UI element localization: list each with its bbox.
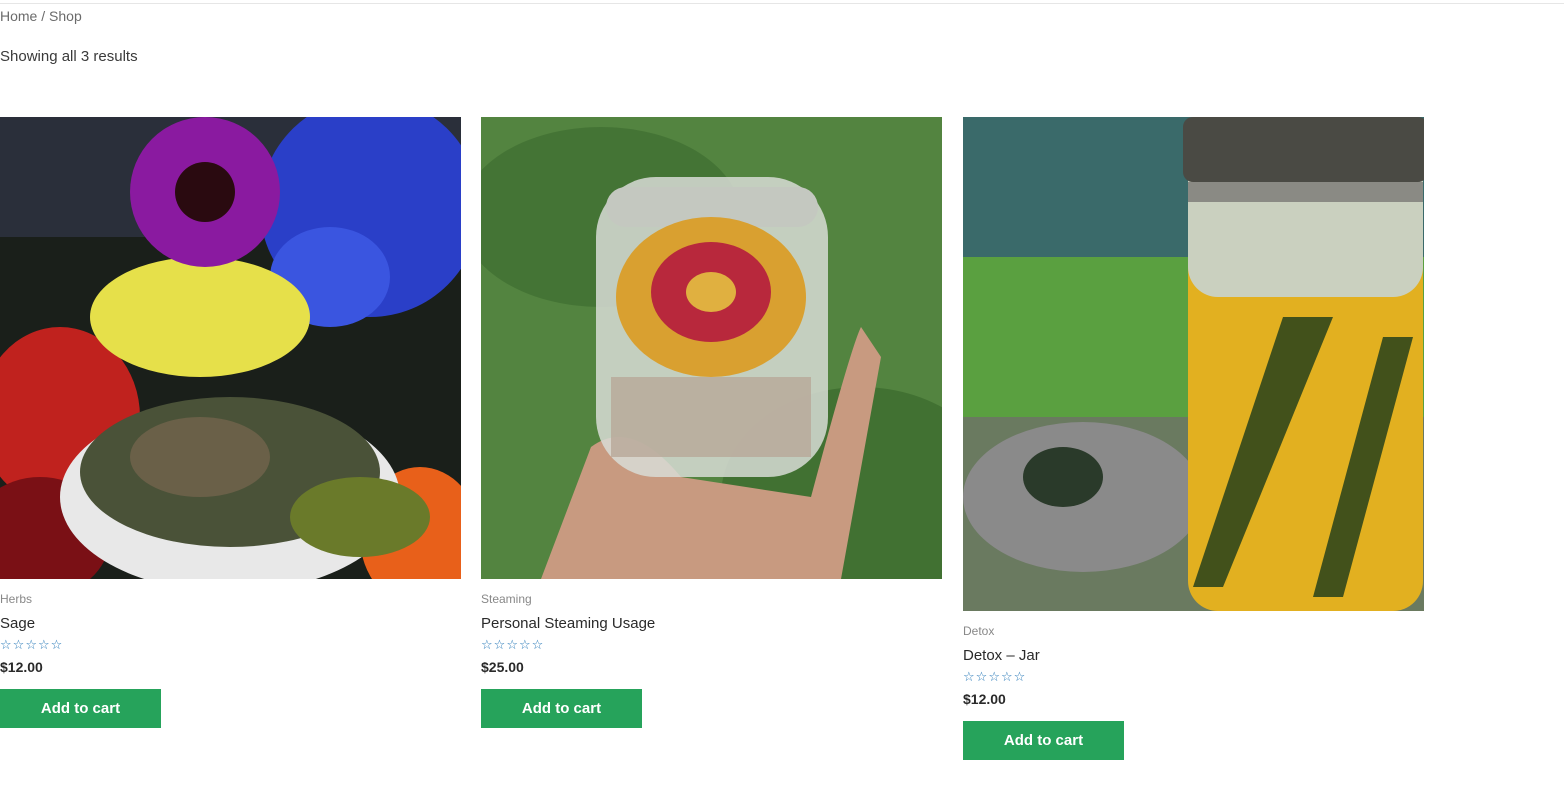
star-icon: ☆	[975, 669, 988, 684]
product-category: Detox	[963, 624, 995, 638]
add-to-cart-button[interactable]: Add to cart	[0, 689, 161, 728]
star-icon: ☆	[493, 637, 506, 652]
star-icon: ☆	[12, 637, 25, 652]
star-icon: ☆	[1000, 669, 1013, 684]
header-divider	[0, 3, 1564, 4]
product-image-sage[interactable]	[0, 117, 461, 579]
breadcrumb: Home / Shop	[0, 8, 82, 24]
star-icon: ☆	[481, 637, 493, 652]
product-category: Steaming	[481, 592, 532, 606]
product-card-steaming: Steaming Personal Steaming Usage ☆ ☆ ☆ ☆ ☆ $…	[481, 117, 942, 728]
breadcrumb-home-link[interactable]: Home	[0, 8, 37, 24]
star-icon: ☆	[963, 669, 975, 684]
star-icon: ☆	[37, 637, 50, 652]
breadcrumb-current: Shop	[49, 8, 82, 24]
add-to-cart-button[interactable]: Add to cart	[963, 721, 1124, 760]
product-price: $12.00	[963, 691, 1006, 707]
product-price: $25.00	[481, 659, 524, 675]
product-card-sage: Herbs Sage ☆ ☆ ☆ ☆ ☆ $12.00 Add to cart	[0, 117, 461, 728]
star-icon: ☆	[0, 637, 12, 652]
product-image-detox[interactable]	[963, 117, 1424, 611]
add-to-cart-button[interactable]: Add to cart	[481, 689, 642, 728]
product-image-steaming[interactable]	[481, 117, 942, 579]
star-icon: ☆	[50, 637, 63, 652]
result-count: Showing all 3 results	[0, 48, 138, 65]
product-card-detox: Detox Detox – Jar ☆ ☆ ☆ ☆ ☆ $12.00 Add to ca…	[963, 117, 1424, 760]
star-icon: ☆	[988, 669, 1000, 684]
star-icon: ☆	[506, 637, 518, 652]
star-icon: ☆	[531, 637, 544, 652]
star-rating: ☆ ☆ ☆ ☆ ☆	[481, 638, 942, 652]
star-rating: ☆ ☆ ☆ ☆ ☆	[963, 670, 1424, 684]
star-rating: ☆ ☆ ☆ ☆ ☆	[0, 638, 461, 652]
product-category: Herbs	[0, 592, 33, 606]
star-icon: ☆	[518, 637, 531, 652]
product-title[interactable]: Detox – Jar	[963, 647, 1424, 664]
product-title[interactable]: Personal Steaming Usage	[481, 615, 942, 632]
product-title[interactable]: Sage	[0, 615, 461, 632]
star-icon: ☆	[25, 637, 37, 652]
product-price: $12.00	[0, 659, 43, 675]
breadcrumb-separator: /	[37, 8, 50, 24]
star-icon: ☆	[1013, 669, 1026, 684]
